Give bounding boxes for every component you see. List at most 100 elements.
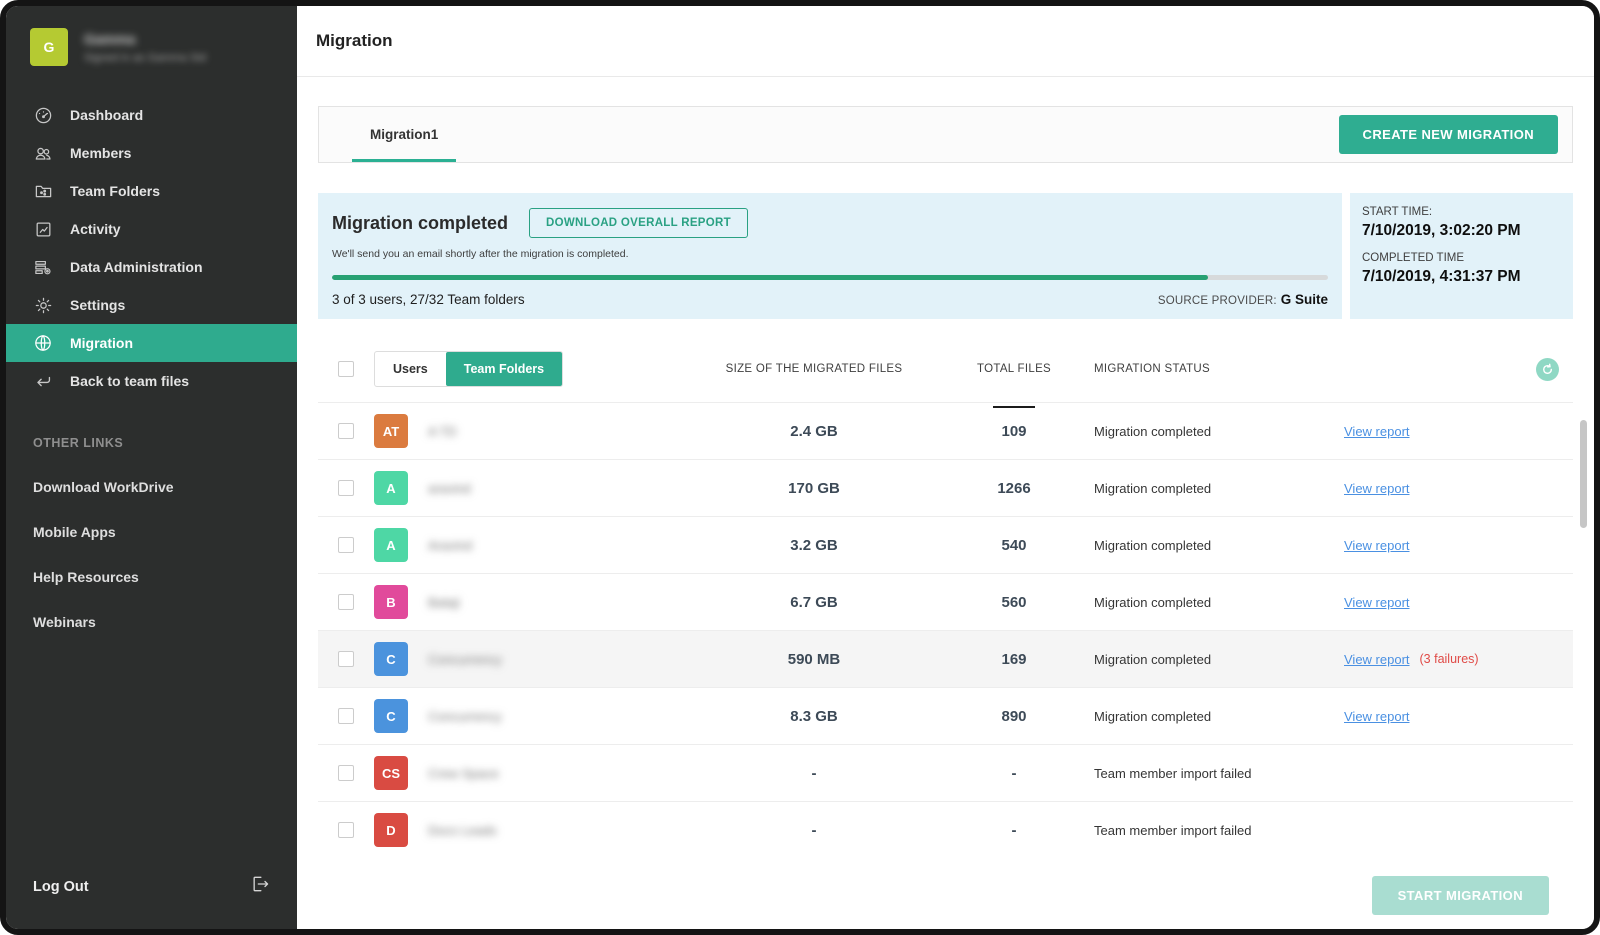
main-area: Migration Migration1 CREATE NEW MIGRATIO… xyxy=(297,6,1594,929)
view-report-link[interactable]: View report xyxy=(1344,652,1410,667)
refresh-button[interactable] xyxy=(1536,358,1559,381)
select-all-checkbox[interactable] xyxy=(338,361,354,377)
row-avatar: B xyxy=(374,585,408,619)
row-name: Concurrency xyxy=(424,652,694,667)
nav-item-label: Dashboard xyxy=(70,107,143,123)
column-header-size: SIZE OF THE MIGRATED FILES xyxy=(694,363,934,375)
row-checkbox[interactable] xyxy=(338,594,354,610)
other-links-title: OTHER LINKS xyxy=(33,436,270,450)
org-profile[interactable]: G Gamma Signed in as Gamma Std xyxy=(6,6,297,92)
row-checkbox[interactable] xyxy=(338,765,354,781)
row-size: 8.3 GB xyxy=(694,708,934,725)
total-files-marker xyxy=(993,406,1035,408)
column-header-total-files: TOTAL FILES xyxy=(934,363,1094,375)
table-footer: START MIGRATION xyxy=(318,870,1573,929)
view-report-link[interactable]: View report xyxy=(1344,709,1410,724)
view-report-link[interactable]: View report xyxy=(1344,538,1410,553)
row-checkbox[interactable] xyxy=(338,480,354,496)
table-row[interactable]: B Balaji 6.7 GB 560 Migration completed … xyxy=(318,573,1573,630)
row-name: Aravind xyxy=(424,538,694,553)
logout-icon xyxy=(250,874,270,899)
sidebar-item-migration[interactable]: Migration xyxy=(6,324,297,362)
row-status: Migration completed xyxy=(1094,481,1344,496)
sidebar-item-data-administration[interactable]: Data Administration xyxy=(6,248,297,286)
sidebar-item-settings[interactable]: Settings xyxy=(6,286,297,324)
row-avatar: D xyxy=(374,813,408,847)
row-total-files: 560 xyxy=(1001,594,1026,611)
team-folders-icon xyxy=(33,181,53,201)
row-total-files: 169 xyxy=(1001,651,1026,668)
table-row[interactable]: C Concurrency 590 MB 169 Migration compl… xyxy=(318,630,1573,687)
nav-item-label: Activity xyxy=(70,221,121,237)
other-link-mobile-apps[interactable]: Mobile Apps xyxy=(33,524,270,540)
sidebar-item-activity[interactable]: Activity xyxy=(6,210,297,248)
settings-icon xyxy=(33,295,53,315)
row-avatar: C xyxy=(374,642,408,676)
progress-summary: 3 of 3 users, 27/32 Team folders xyxy=(332,292,525,307)
time-card: START TIME: 7/10/2019, 3:02:20 PM COMPLE… xyxy=(1350,193,1573,319)
view-report-link[interactable]: View report xyxy=(1344,595,1410,610)
row-checkbox[interactable] xyxy=(338,708,354,724)
sidebar-item-members[interactable]: Members xyxy=(6,134,297,172)
row-total-files: 109 xyxy=(1001,423,1026,440)
row-checkbox[interactable] xyxy=(338,651,354,667)
row-size: 3.2 GB xyxy=(694,537,934,554)
table-row[interactable]: A aravind 170 GB 1266 Migration complete… xyxy=(318,459,1573,516)
table-row[interactable]: D Docs Leads - - Team member import fail… xyxy=(318,801,1573,858)
source-provider: SOURCE PROVIDER:G Suite xyxy=(1158,292,1328,307)
row-status: Migration completed xyxy=(1094,595,1344,610)
activity-icon xyxy=(33,219,53,239)
email-note: We'll send you an email shortly after th… xyxy=(332,248,1328,260)
view-report-link[interactable]: View report xyxy=(1344,424,1410,439)
other-link-webinars[interactable]: Webinars xyxy=(33,614,270,630)
table-row[interactable]: C Concurrency 8.3 GB 890 Migration compl… xyxy=(318,687,1573,744)
sidebar-item-dashboard[interactable]: Dashboard xyxy=(6,96,297,134)
create-new-migration-button[interactable]: CREATE NEW MIGRATION xyxy=(1339,115,1558,154)
table-row[interactable]: A Aravind 3.2 GB 540 Migration completed… xyxy=(318,516,1573,573)
row-status: Team member import failed xyxy=(1094,823,1344,838)
source-provider-value: G Suite xyxy=(1281,292,1328,307)
row-name: Crew Space xyxy=(424,766,694,781)
row-avatar: A xyxy=(374,528,408,562)
other-link-download-workdrive[interactable]: Download WorkDrive xyxy=(33,479,270,495)
logout-button[interactable]: Log Out xyxy=(6,874,297,929)
nav-item-label: Members xyxy=(70,145,131,161)
page-header: Migration xyxy=(297,6,1594,77)
row-total-files: 540 xyxy=(1001,537,1026,554)
table-row[interactable]: AT A TD 2.4 GB 109 Migration completed V… xyxy=(318,402,1573,459)
data-administration-icon xyxy=(33,257,53,277)
tab-migration1-label: Migration1 xyxy=(370,127,438,142)
scrollbar-thumb[interactable] xyxy=(1580,420,1587,528)
migration-status-title: Migration completed xyxy=(332,213,508,234)
row-checkbox[interactable] xyxy=(338,537,354,553)
app-window: G Gamma Signed in as Gamma Std Dashboard… xyxy=(0,0,1600,935)
start-migration-button[interactable]: START MIGRATION xyxy=(1372,876,1549,915)
other-link-help-resources[interactable]: Help Resources xyxy=(33,569,270,585)
row-status: Migration completed xyxy=(1094,424,1344,439)
toggle-team-folders[interactable]: Team Folders xyxy=(446,352,562,386)
table-controls: Users Team Folders SIZE OF THE MIGRATED … xyxy=(318,346,1573,392)
sidebar-spacer xyxy=(6,630,297,874)
view-report-link[interactable]: View report xyxy=(1344,481,1410,496)
row-checkbox[interactable] xyxy=(338,822,354,838)
row-size: 6.7 GB xyxy=(694,594,934,611)
back-arrow-icon xyxy=(33,371,53,391)
row-total-files: - xyxy=(1012,765,1017,782)
download-overall-report-button[interactable]: DOWNLOAD OVERALL REPORT xyxy=(529,208,748,238)
row-name: Concurrency xyxy=(424,709,694,724)
sidebar-item-back-to-team-files[interactable]: Back to team files xyxy=(6,362,297,400)
tab-migration1[interactable]: Migration1 xyxy=(362,107,446,162)
members-icon xyxy=(33,143,53,163)
row-avatar: C xyxy=(374,699,408,733)
nav-item-label: Migration xyxy=(70,335,133,351)
progress-bar-fill xyxy=(332,275,1208,280)
row-checkbox[interactable] xyxy=(338,423,354,439)
org-avatar: G xyxy=(30,28,68,66)
start-time-label: START TIME: xyxy=(1362,206,1561,218)
migration-tabbar: Migration1 CREATE NEW MIGRATION xyxy=(318,106,1573,163)
completed-time-label: COMPLETED TIME xyxy=(1362,252,1561,264)
toggle-users[interactable]: Users xyxy=(375,352,446,386)
table-row[interactable]: CS Crew Space - - Team member import fai… xyxy=(318,744,1573,801)
row-avatar: A xyxy=(374,471,408,505)
sidebar-item-team-folders[interactable]: Team Folders xyxy=(6,172,297,210)
